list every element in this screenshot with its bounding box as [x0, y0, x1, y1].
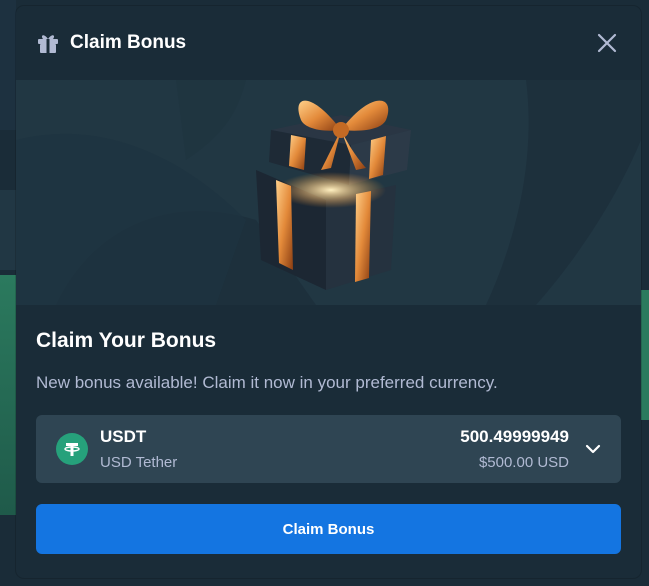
claim-heading: Claim Your Bonus — [36, 329, 217, 352]
close-icon — [597, 33, 617, 53]
currency-usd-value: $500.00 USD — [478, 454, 569, 471]
currency-name: USD Tether — [100, 454, 178, 471]
close-button[interactable] — [593, 29, 621, 57]
background-page — [0, 275, 16, 515]
currency-select[interactable]: USDT USD Tether 500.49999949 $500.00 USD — [36, 415, 621, 483]
claim-bonus-button[interactable]: Claim Bonus — [36, 504, 621, 554]
modal-header: Claim Bonus — [16, 6, 641, 80]
hero-banner — [16, 80, 641, 305]
background-page — [0, 190, 16, 270]
chevron-down-icon — [585, 444, 601, 454]
currency-amount: 500.49999949 — [460, 427, 569, 446]
currency-info: USDT USD Tether — [100, 427, 460, 471]
modal-content: Claim Your Bonus New bonus available! Cl… — [16, 305, 641, 554]
tether-icon — [56, 433, 88, 465]
claim-bonus-modal: Claim Bonus Claim Your Bonus New bonus a… — [16, 6, 641, 578]
background-page — [641, 290, 649, 420]
background-page — [0, 0, 16, 130]
claim-subtitle: New bonus available! Claim it now in you… — [36, 373, 498, 392]
gift-icon — [38, 35, 58, 53]
modal-title: Claim Bonus — [70, 32, 187, 53]
currency-balance: 500.49999949 $500.00 USD — [460, 427, 569, 471]
gift-box-illustration — [256, 100, 411, 290]
currency-code: USDT — [100, 427, 147, 446]
